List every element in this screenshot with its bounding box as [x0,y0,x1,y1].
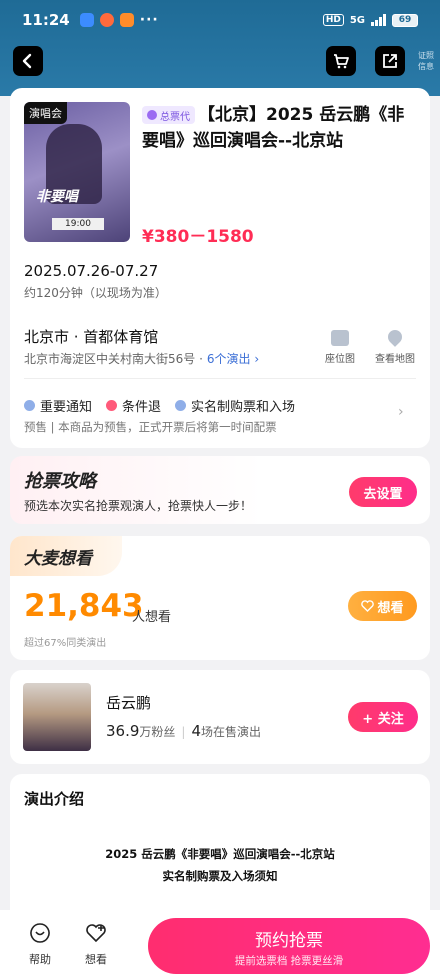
fans-count: 36.9 [106,722,140,740]
notice-label: 条件退 [122,400,162,415]
setup-button[interactable]: 去设置 [349,477,417,507]
divider [24,378,416,379]
poster-category-tag: 演唱会 [24,102,67,124]
agent-badge-label: 总票代 [160,111,190,123]
notice-label: 重要通知 [40,400,93,415]
heart-icon [86,924,106,943]
shows-unit: 场在售演出 [201,725,262,739]
cart-icon [334,54,349,69]
want-button-label: 想看 [377,600,404,616]
poster-time-art: 19:00 [52,218,104,230]
seat-map-button[interactable]: 座位图 [315,330,365,365]
venue-name[interactable]: 北京市 · 首都体育馆 [24,326,158,347]
view-map-button[interactable]: 查看地图 [370,327,420,365]
weibo-icon [99,13,114,27]
bottom-action-bar: 帮助 想看 预约抢票 提前选票档 抢票更丝滑 [0,910,440,978]
want-unit: 人想看 [132,610,172,625]
more-notifications-icon: ··· [139,12,159,28]
follow-button[interactable]: + 关注 [348,702,418,732]
artist-stats: 36.9万粉丝 | 4场在售演出 [106,722,261,740]
help-button[interactable]: 帮助 [20,922,60,967]
status-time: 11:24 [22,11,70,29]
notice-important[interactable]: 重要通知 [24,396,92,415]
seat-map-icon [331,330,349,346]
other-shows-link[interactable]: 6个演出 › [207,352,259,366]
price-range: ¥380－1580 [142,227,254,247]
battery-icon: 69 [392,13,418,27]
poster-title-art: 非要唱 [36,189,78,205]
signal-icon [371,14,386,26]
want-to-see-card: 大麦想看 21,843 人想看 超过67%同类演出 想看 [10,536,430,660]
notice-list[interactable]: 重要通知 条件退 实名制购票和入场 [24,396,295,415]
help-icon [30,923,50,943]
presale-note: 预售 | 本商品为预售，正式开票后将第一时间配票 [24,420,277,434]
show-poster[interactable]: 演唱会 非要唱 19:00 [24,102,130,242]
notice-label: 实名制购票和入场 [191,400,296,415]
want-tag: 大麦想看 [24,549,92,569]
agent-badge: 总票代 [142,106,195,124]
fans-unit: 万粉丝 [139,725,176,739]
seat-map-label: 座位图 [325,354,355,365]
want-tab-label: 想看 [85,953,107,966]
nav-bar: 证照信息 [0,44,440,80]
want-percent-note: 超过67%同类演出 [24,638,107,649]
ticket-strategy-card: 抢票攻略 预选本次实名抢票观演人，抢票快人一步！ 去设置 [10,456,430,524]
app-notification-icon [79,13,94,27]
license-info-link[interactable]: 证照信息 [418,50,438,72]
location-pin-icon [385,327,405,347]
notice-realname[interactable]: 实名制购票和入场 [175,396,295,415]
check-icon [175,400,187,411]
reserve-ticket-button[interactable]: 预约抢票 提前选票档 抢票更丝滑 [148,918,430,974]
hd-indicator: HD [322,14,344,26]
alert-icon [106,400,118,411]
taobao-icon [119,13,134,27]
reserve-ticket-label: 预约抢票 [255,931,323,951]
show-intro-card: 演出介绍 2025 岳云鹏《非要唱》巡回演唱会--北京站 实名制购票及入场须知 [10,774,430,924]
artist-card[interactable]: 岳云鹏 36.9万粉丝 | 4场在售演出 + 关注 [10,670,430,764]
intro-title: 演出介绍 [24,790,85,808]
network-indicator: 5G [349,14,365,26]
intro-heading: 2025 岳云鹏《非要唱》巡回演唱会--北京站 [105,847,335,861]
heart-plus-icon [361,600,375,612]
strategy-title: 抢票攻略 [24,471,96,492]
reserve-ticket-sublabel: 提前选票档 抢票更丝滑 [234,955,344,967]
back-arrow-icon [22,53,32,69]
intro-subheading: 实名制购票及入场须知 [162,869,278,883]
venue-address-text: 北京市海淀区中关村南大街56号 · [24,352,203,366]
artist-avatar[interactable] [23,683,91,751]
venue-address: 北京市海淀区中关村南大街56号 · 6个演出 › [24,350,259,367]
show-duration: 约120分钟（以现场为准） [24,286,167,300]
share-button[interactable] [375,46,405,76]
show-date: 2025.07.26-07.27 [24,262,159,280]
share-icon [383,54,397,68]
strategy-subtitle: 预选本次实名抢票观演人，抢票快人一步！ [24,499,253,513]
back-button[interactable] [13,46,43,76]
status-bar: 11:24 ··· HD 5G 69 [0,0,440,40]
want-button[interactable]: 想看 [348,591,417,621]
view-map-label: 查看地图 [375,354,415,365]
artist-name: 岳云鹏 [106,694,152,712]
shows-count: 4 [191,722,202,740]
want-tab-button[interactable]: 想看 [76,922,116,967]
stats-separator: | [181,725,186,739]
notice-refund[interactable]: 条件退 [106,396,161,415]
show-info-card: 演唱会 非要唱 19:00 【北京】2025 岳云鹏《非要唱》巡回演唱会--北京… [10,88,430,448]
chevron-right-icon[interactable]: › [398,404,404,420]
agent-badge-icon [147,110,157,120]
cart-button[interactable] [326,46,356,76]
help-label: 帮助 [29,953,51,966]
check-icon [24,400,35,411]
want-count: 21,843 [24,588,144,624]
